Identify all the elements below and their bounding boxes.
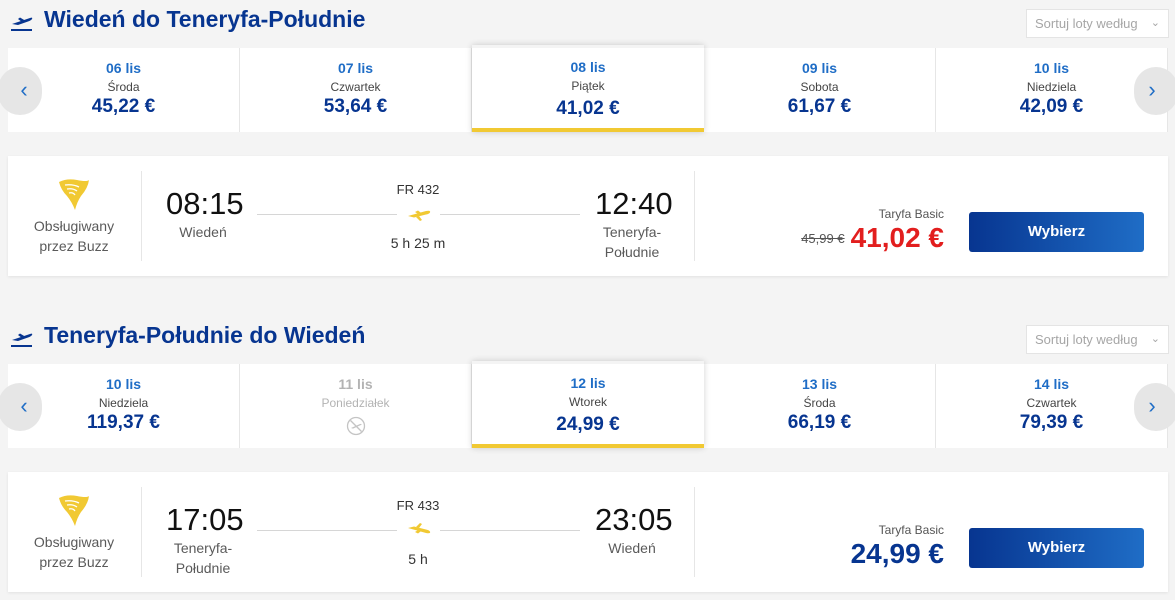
fare-label: Taryfa Basic [878, 207, 944, 221]
date-carousel: ‹ 10 lis Niedziela 119,37 € 11 lis Ponie… [0, 361, 1175, 448]
flight-duration: 5 h [408, 551, 428, 567]
weekday-label: Środa [803, 396, 836, 410]
weekday-label: Środa [107, 80, 140, 94]
chevron-down-icon: ⌄ [1150, 17, 1160, 29]
next-dates-button[interactable]: › [1134, 383, 1175, 431]
sort-dropdown-label: Sortuj loty według [1035, 16, 1138, 31]
arrival-city: Teneryfa-Południe [602, 224, 662, 260]
airplane-icon [408, 210, 431, 221]
date-price: 53,64 € [323, 96, 388, 117]
arrival-city: Wiedeń [608, 540, 656, 556]
arrival-time: 12:40 [595, 186, 673, 221]
weekday-label: Czwartek [1026, 396, 1077, 410]
flight-card: Obsługiwany przez Buzz 17:05 Teneryfa-Po… [8, 472, 1168, 592]
weekday-label: Czwartek [330, 80, 381, 94]
divider [141, 171, 142, 261]
chevron-right-icon: › [1148, 393, 1156, 418]
route-line [440, 530, 580, 531]
route-line [257, 214, 397, 215]
chevron-left-icon: ‹ [20, 393, 28, 418]
departure-time: 08:15 [166, 186, 244, 221]
date-price: 42,09 € [1019, 96, 1084, 117]
ryanair-harp-logo [59, 179, 89, 210]
flight-duration: 5 h 25 m [390, 235, 446, 251]
price-row: 45,99 € 41,02 € [801, 222, 944, 262]
date-carousel: ‹ 06 lis Środa 45,22 € 07 lis Czwartek 5… [0, 45, 1175, 132]
prev-dates-button[interactable]: ‹ [0, 383, 42, 431]
select-flight-button[interactable]: Wybierz [969, 212, 1144, 252]
date-option[interactable]: 13 lis Środa 66,19 € [704, 364, 936, 448]
date-price: 41,02 € [556, 98, 620, 119]
weekday-label: Niedziela [1026, 80, 1077, 94]
weekday-label: Wtorek [568, 395, 607, 409]
departure-city: Wiedeń [179, 224, 227, 240]
date-label: 10 lis [1033, 60, 1070, 76]
date-label: 11 lis [338, 376, 373, 392]
divider [141, 487, 142, 577]
sort-dropdown[interactable]: Sortuj loty według ⌄ [1026, 325, 1169, 354]
date-option-selected[interactable]: 08 lis Piątek 41,02 € [472, 45, 704, 132]
airplane-icon [408, 523, 431, 534]
weekday-label: Niedziela [98, 396, 149, 410]
date-option-unavailable: 11 lis Poniedziałek [240, 364, 472, 448]
departure-city: Teneryfa-Południe [173, 540, 233, 576]
select-flight-button[interactable]: Wybierz [969, 528, 1144, 568]
fare-price: 41,02 € [850, 222, 944, 253]
airplane-takeoff-icon [11, 333, 33, 347]
operator-label: Obsługiwany przez Buzz [33, 534, 115, 570]
divider [694, 487, 695, 577]
date-price: 66,19 € [787, 412, 852, 433]
date-label: 14 lis [1033, 376, 1070, 392]
date-option[interactable]: 07 lis Czwartek 53,64 € [240, 48, 472, 132]
chevron-left-icon: ‹ [20, 77, 28, 102]
date-price: 79,39 € [1019, 412, 1084, 433]
date-price: 24,99 € [556, 414, 620, 435]
fare-label: Taryfa Basic [878, 523, 944, 537]
chevron-right-icon: › [1148, 77, 1156, 102]
flight-number: FR 432 [396, 182, 440, 197]
weekday-label: Sobota [800, 80, 839, 94]
no-flights-icon [346, 416, 365, 436]
date-label: 06 lis [105, 60, 142, 76]
date-price: 61,67 € [787, 96, 852, 117]
outbound-header: Wiedeń do Teneryfa-Południe Sortuj loty … [0, 0, 1175, 40]
date-option-selected[interactable]: 12 lis Wtorek 24,99 € [472, 361, 704, 448]
date-price: 119,37 € [87, 412, 160, 433]
date-label: 09 lis [801, 60, 838, 76]
operator-label: Obsługiwany przez Buzz [33, 218, 115, 254]
route-line [257, 530, 397, 531]
date-label: 08 lis [570, 59, 606, 75]
date-label: 10 lis [105, 376, 142, 392]
old-price: 45,99 € [801, 230, 845, 246]
sort-dropdown-label: Sortuj loty według [1035, 332, 1138, 347]
section-title: Teneryfa-Południe do Wiedeń [44, 322, 366, 348]
chevron-down-icon: ⌄ [1150, 333, 1160, 345]
divider [694, 171, 695, 261]
airplane-takeoff-icon [11, 17, 33, 31]
date-price: 45,22 € [91, 96, 156, 117]
route-line [440, 214, 580, 215]
flight-number: FR 433 [396, 498, 440, 513]
ryanair-harp-logo [59, 495, 89, 526]
date-label: 12 lis [570, 375, 606, 391]
arrival-time: 23:05 [595, 502, 673, 537]
date-label: 13 lis [801, 376, 838, 392]
flight-card: Obsługiwany przez Buzz 08:15 Wiedeń FR 4… [8, 156, 1168, 276]
sort-dropdown[interactable]: Sortuj loty według ⌄ [1026, 9, 1169, 38]
date-option[interactable]: 10 lis Niedziela 119,37 € [8, 364, 240, 448]
inbound-header: Teneryfa-Południe do Wiedeń Sortuj loty … [0, 316, 1175, 356]
prev-dates-button[interactable]: ‹ [0, 67, 42, 115]
date-option[interactable]: 06 lis Środa 45,22 € [8, 48, 240, 132]
page-title: Wiedeń do Teneryfa-Południe [44, 6, 366, 32]
date-label: 07 lis [337, 60, 374, 76]
next-dates-button[interactable]: › [1134, 67, 1175, 115]
fare-price: 24,99 € [850, 538, 944, 569]
price-row: 24,99 € [851, 538, 944, 578]
weekday-label: Piątek [571, 79, 605, 93]
departure-time: 17:05 [166, 502, 244, 537]
date-option[interactable]: 09 lis Sobota 61,67 € [704, 48, 936, 132]
weekday-label: Poniedziałek [321, 396, 390, 410]
